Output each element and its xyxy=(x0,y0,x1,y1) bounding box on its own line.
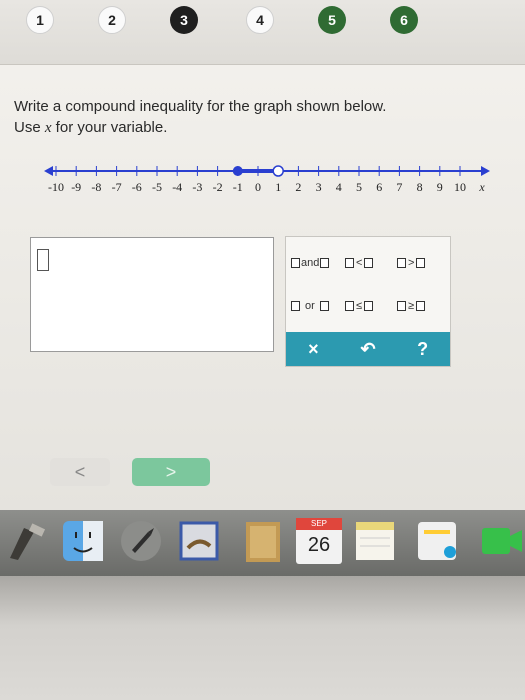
tick-label: -5 xyxy=(152,180,162,194)
reminders-icon[interactable] xyxy=(414,518,460,564)
tick-label: 1 xyxy=(275,180,281,194)
mac-dock: SEP 26 xyxy=(0,510,525,576)
tick-label: -8 xyxy=(91,180,101,194)
notes-folder-icon[interactable] xyxy=(240,518,286,564)
calendar-day: 26 xyxy=(307,534,331,556)
tick-label: 3 xyxy=(316,180,322,194)
tick-label: -6 xyxy=(132,180,142,194)
tick-label: 0 xyxy=(255,180,261,194)
arrow-right-icon xyxy=(481,166,490,176)
key-and-label: and xyxy=(301,257,320,269)
placeholder-square xyxy=(291,301,300,311)
clear-button[interactable]: × xyxy=(286,332,341,366)
launchpad-icon[interactable] xyxy=(118,518,164,564)
placeholder-square xyxy=(320,258,330,268)
tick-label: 9 xyxy=(437,180,443,194)
key-less-than[interactable]: < xyxy=(344,253,374,273)
help-button[interactable]: ? xyxy=(395,332,450,366)
tick-label: 6 xyxy=(376,180,382,194)
screen: 1 2 3 4 5 6 Write a compound inequality … xyxy=(0,0,525,510)
tick-label: 8 xyxy=(417,180,423,194)
undo-icon: ↶ xyxy=(360,338,376,359)
placeholder-square xyxy=(319,301,329,311)
step-4[interactable]: 4 xyxy=(246,6,274,34)
tick-label: -1 xyxy=(233,180,243,194)
undo-button[interactable]: ↶ xyxy=(341,332,396,366)
step-5[interactable]: 5 xyxy=(318,6,346,34)
placeholder-square xyxy=(416,301,426,311)
tick-label: -2 xyxy=(213,180,223,194)
arrow-left-icon xyxy=(44,166,53,176)
step-label: 5 xyxy=(328,12,336,28)
chevron-right-icon: > xyxy=(165,461,177,482)
open-endpoint xyxy=(272,165,284,177)
step-3[interactable]: 3 xyxy=(170,6,198,34)
closed-endpoint xyxy=(232,166,243,176)
key-less-equal[interactable]: ≤ xyxy=(344,296,374,316)
placeholder-square xyxy=(345,258,354,268)
help-icon: ? xyxy=(417,338,429,359)
tool-icon[interactable] xyxy=(4,518,50,564)
placeholder-square xyxy=(397,301,406,311)
number-line-graph: -10 -9 -8 -7 -6 -5 -4 -3 -2 -1 0 1 2 3 4 5 6 7 8 9 10 x xyxy=(44,165,490,194)
tick-label: -4 xyxy=(172,180,182,194)
tick-label: 10 xyxy=(454,180,466,194)
step-label: 2 xyxy=(108,12,116,28)
step-1[interactable]: 1 xyxy=(26,6,54,34)
placeholder-square xyxy=(416,258,426,268)
problem-line-2-prefix: Use xyxy=(14,119,45,136)
calendar-month: SEP xyxy=(296,518,342,530)
step-label: 1 xyxy=(36,12,44,28)
next-button[interactable]: > xyxy=(132,458,210,486)
placeholder-square xyxy=(291,258,300,268)
tick-label: 5 xyxy=(356,180,362,194)
key-greater-than[interactable]: > xyxy=(396,253,426,273)
monitor-bezel xyxy=(0,576,525,700)
photo-app-icon[interactable] xyxy=(176,518,222,564)
step-6[interactable]: 6 xyxy=(390,6,418,34)
step-progress-bar: 1 2 3 4 5 6 xyxy=(0,0,525,65)
facetime-icon[interactable] xyxy=(478,518,524,564)
back-button[interactable]: < xyxy=(50,458,110,486)
axis-variable-label: x xyxy=(478,180,485,194)
step-label: 3 xyxy=(180,12,188,28)
less-equal-symbol: ≤ xyxy=(356,300,363,312)
problem-line-1: Write a compound inequality for the grap… xyxy=(14,98,387,115)
key-or[interactable]: or xyxy=(290,296,330,316)
answer-cursor-box[interactable] xyxy=(37,249,49,271)
tick-label: -9 xyxy=(71,180,81,194)
greater-than-symbol: > xyxy=(408,257,415,269)
placeholder-square xyxy=(364,301,374,311)
placeholder-square xyxy=(364,258,374,268)
tick-label: 4 xyxy=(336,180,342,194)
inequality-keypad: and < > or ≤ ≥ × ↶ ? xyxy=(285,236,451,367)
step-label: 4 xyxy=(256,12,264,28)
tick-label: 7 xyxy=(396,180,402,194)
key-or-label: or xyxy=(305,300,315,312)
clear-icon: × xyxy=(308,338,319,359)
placeholder-square xyxy=(345,301,354,311)
placeholder-square xyxy=(397,258,406,268)
keypad-action-row: × ↶ ? xyxy=(286,332,450,366)
key-greater-equal[interactable]: ≥ xyxy=(396,296,426,316)
problem-statement: Write a compound inequality for the grap… xyxy=(14,96,494,139)
variable-x: x xyxy=(44,120,52,136)
step-label: 6 xyxy=(400,12,408,28)
finder-icon[interactable] xyxy=(60,518,106,564)
calendar-icon[interactable]: SEP 26 xyxy=(296,518,342,564)
less-than-symbol: < xyxy=(356,257,363,269)
answer-input-area[interactable] xyxy=(30,237,274,352)
tick-label: -7 xyxy=(112,180,122,194)
tick-label: 2 xyxy=(295,180,301,194)
chevron-left-icon: < xyxy=(74,461,86,482)
problem-line-2-suffix: for your variable. xyxy=(51,119,168,136)
greater-equal-symbol: ≥ xyxy=(408,300,415,312)
key-and[interactable]: and xyxy=(290,253,330,273)
tick-label: -10 xyxy=(48,180,64,194)
problem-line-2: Use x for your variable. xyxy=(14,117,494,139)
notes-icon[interactable] xyxy=(352,518,398,564)
step-2[interactable]: 2 xyxy=(98,6,126,34)
tick-label: -3 xyxy=(192,180,202,194)
